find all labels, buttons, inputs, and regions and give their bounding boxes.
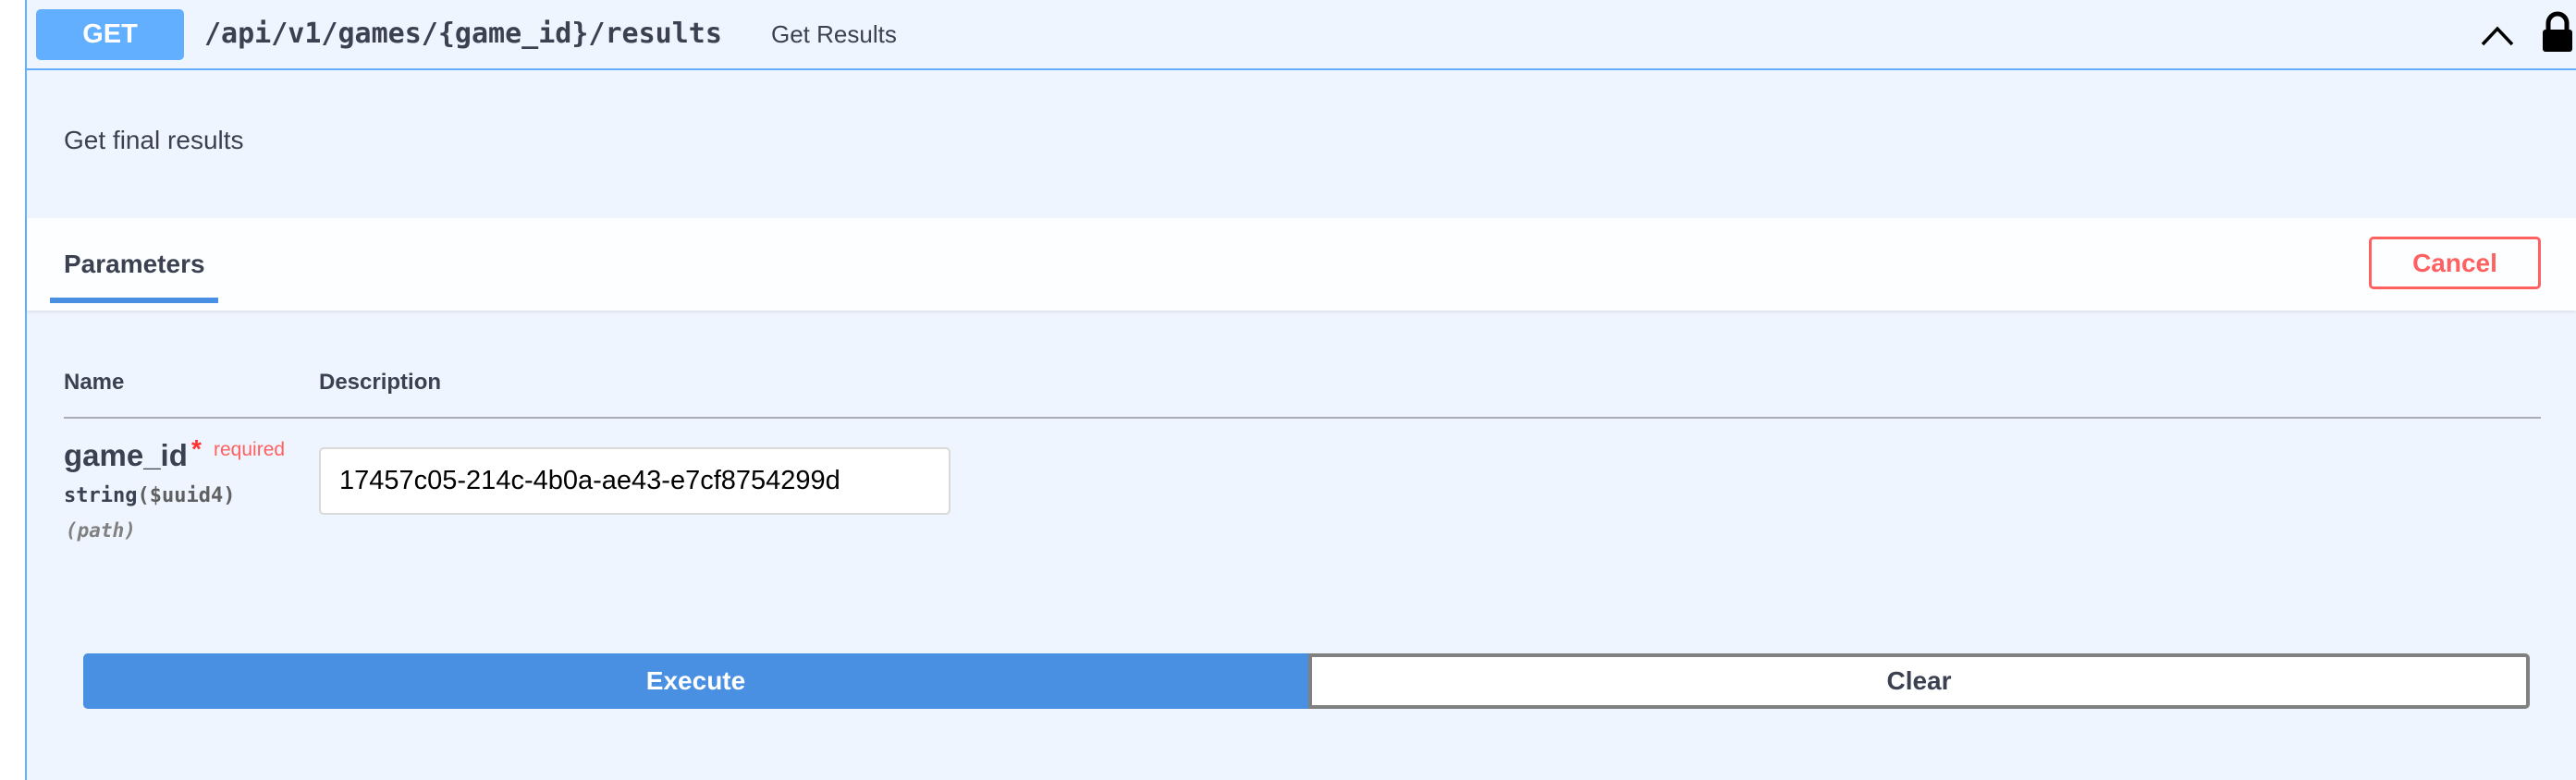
parameter-type-name: string	[64, 484, 138, 507]
endpoint-path: /api/v1/games/{game_id}/results	[204, 18, 722, 50]
endpoint-summary: Get Results	[771, 20, 897, 48]
parameter-type: string($uuid4)	[64, 484, 235, 507]
lock-icon[interactable]	[2539, 11, 2576, 54]
required-asterisk: *	[191, 434, 202, 463]
chevron-up-icon[interactable]	[2477, 17, 2518, 54]
http-method-badge: GET	[36, 9, 184, 60]
column-header-name: Name	[64, 370, 125, 395]
parameters-header: Parameters Cancel	[27, 218, 2576, 311]
tab-active-indicator	[50, 298, 218, 303]
required-label: required	[214, 439, 286, 460]
column-header-description: Description	[319, 370, 442, 395]
tab-parameters[interactable]: Parameters	[64, 250, 205, 279]
execute-button[interactable]: Execute	[83, 653, 1308, 709]
table-divider	[64, 417, 2541, 419]
cancel-button[interactable]: Cancel	[2369, 237, 2541, 289]
game-id-input[interactable]	[319, 447, 951, 515]
execute-wrapper: Execute Clear	[83, 653, 2530, 709]
parameter-location: (path)	[66, 519, 136, 542]
parameter-name: game_id	[64, 438, 188, 472]
clear-button[interactable]: Clear	[1308, 653, 2530, 709]
parameter-format: ($uuid4)	[137, 484, 236, 507]
operation-description: Get final results	[64, 126, 244, 154]
operation-block: GET /api/v1/games/{game_id}/results Get …	[25, 0, 2576, 780]
operation-summary[interactable]: GET /api/v1/games/{game_id}/results Get …	[27, 0, 2576, 70]
